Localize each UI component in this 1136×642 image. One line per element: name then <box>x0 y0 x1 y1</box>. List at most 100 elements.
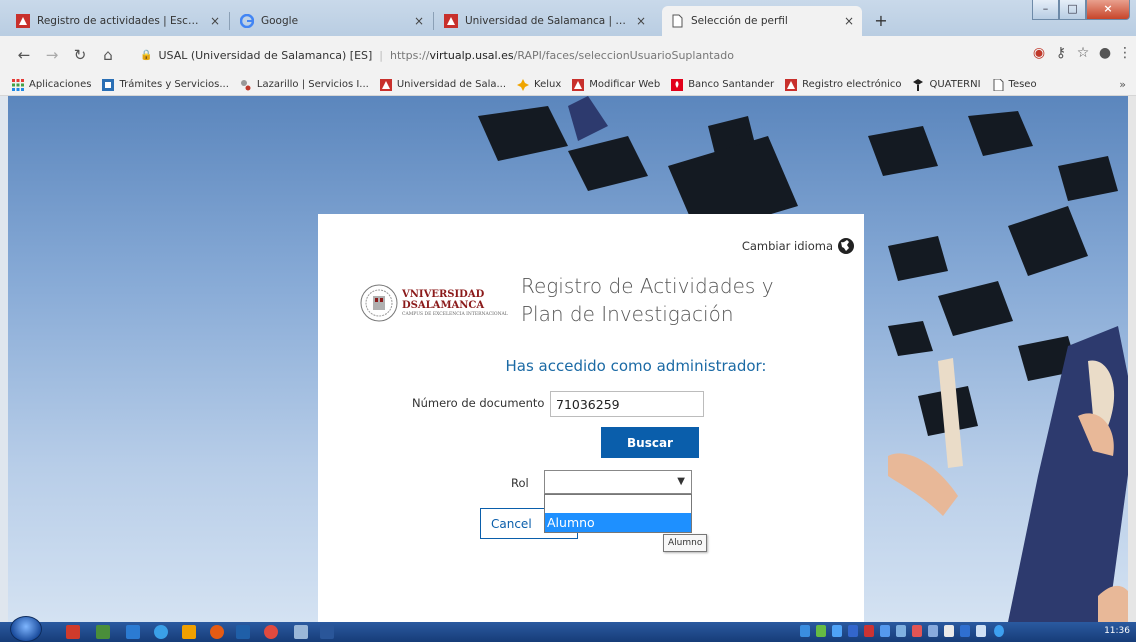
volume-icon[interactable] <box>976 625 986 637</box>
bookmark-label: Trámites y Servicios... <box>119 79 229 90</box>
tab-close-icon[interactable]: × <box>636 14 646 28</box>
tab-title: Selección de perfil <box>691 15 788 27</box>
tray-icon[interactable] <box>800 625 810 637</box>
usal-wordmark-tagline: CAMPUS DE EXCELENCIA INTERNACIONAL <box>402 311 508 317</box>
bookmark-kelux[interactable]: Kelux <box>517 78 561 91</box>
tab-title: Registro de actividades | Escuela <box>37 15 204 27</box>
usal-wordmark-line2: DSALAMANCA <box>402 299 485 311</box>
bookmark-tramites[interactable]: Trámites y Servicios... <box>102 78 229 91</box>
santander-icon <box>671 78 684 91</box>
chevron-down-icon: ▼ <box>677 476 685 487</box>
tray-icon[interactable] <box>896 625 906 637</box>
search-button[interactable]: Buscar <box>601 427 699 458</box>
bookmark-label: Universidad de Sala... <box>396 79 507 90</box>
app-icon-green[interactable] <box>96 625 110 639</box>
tray-icon[interactable] <box>816 625 826 637</box>
bookmark-teseo[interactable]: Teseo <box>992 78 1037 91</box>
role-option-empty[interactable] <box>545 495 691 513</box>
usal-logo-icon <box>379 78 392 91</box>
bookmark-registro-electronico[interactable]: Registro electrónico <box>785 78 902 91</box>
bookmark-banco-santander[interactable]: Banco Santander <box>671 78 775 91</box>
document-number-label: Número de documento <box>412 396 545 410</box>
app-icon-light[interactable] <box>294 625 308 639</box>
close-window-icon[interactable]: × <box>1086 0 1130 20</box>
bookmark-universidad-salamanca[interactable]: Universidad de Sala... <box>379 78 507 91</box>
tab-registro-actividades[interactable]: Registro de actividades | Escuela × <box>8 6 228 36</box>
star-bookmark-icon[interactable]: ☆ <box>1074 45 1092 61</box>
lazarillo-icon <box>240 79 251 90</box>
bookmark-label: Registro electrónico <box>802 79 902 90</box>
tray-icon[interactable] <box>912 625 922 637</box>
app-icon-f[interactable] <box>66 625 80 639</box>
app-icon-blue[interactable] <box>126 625 140 639</box>
app-icon-orange[interactable] <box>182 625 196 639</box>
browser-toolbar: ← → ↻ ⌂ 🔒 USAL (Universidad de Salamanca… <box>0 36 1136 74</box>
tab-universidad-salamanca[interactable]: Universidad de Salamanca | Univ × <box>436 6 654 36</box>
url-host: virtualp.usal.es <box>429 48 514 62</box>
usal-seal-icon <box>360 284 398 322</box>
bookmark-label: Aplicaciones <box>29 79 92 90</box>
new-tab-button[interactable]: + <box>870 10 892 32</box>
tab-close-icon[interactable]: × <box>844 14 854 28</box>
profile-icon[interactable]: ● <box>1096 45 1114 61</box>
forward-arrow-icon[interactable]: → <box>42 45 62 65</box>
tab-close-icon[interactable]: × <box>210 14 220 28</box>
lock-icon[interactable]: 🔒 <box>140 50 152 61</box>
network-icon[interactable] <box>994 625 1004 637</box>
bookmark-label: Banco Santander <box>688 79 775 90</box>
outlook-tray-icon[interactable] <box>960 625 970 637</box>
usal-wordmark-line1: VNIVERSIDAD <box>402 288 485 300</box>
menu-kebab-icon[interactable]: ⋮ <box>1116 45 1134 61</box>
quaterni-icon <box>913 78 924 91</box>
flag-icon[interactable] <box>944 625 954 637</box>
bookmark-modificar-web[interactable]: Modificar Web <box>572 78 661 91</box>
bookmark-label: Modificar Web <box>589 79 661 90</box>
change-language-label: Cambiar idioma <box>741 239 833 253</box>
document-number-input[interactable] <box>550 391 704 417</box>
extension-icon[interactable]: ◉ <box>1030 45 1048 61</box>
reload-icon[interactable]: ↻ <box>70 45 90 65</box>
kelux-icon <box>517 78 530 91</box>
usal-logo-icon <box>16 14 30 28</box>
role-dropdown-list: Alumno <box>544 494 692 533</box>
start-button-icon[interactable] <box>10 616 42 642</box>
bookmark-lazarillo[interactable]: Lazarillo | Servicios I... <box>240 79 369 91</box>
tab-close-icon[interactable]: × <box>414 14 424 28</box>
minimize-icon[interactable]: – <box>1032 0 1059 20</box>
change-language-link[interactable]: Cambiar idioma <box>742 238 854 254</box>
usal-logo: VNIVERSIDAD DSALAMANCA CAMPUS DE EXCELEN… <box>360 284 508 322</box>
key-icon[interactable]: ⚷ <box>1052 45 1070 61</box>
role-option-alumno[interactable]: Alumno <box>545 513 691 532</box>
bookmarks-bar: Aplicaciones Trámites y Servicios... Laz… <box>0 74 1136 96</box>
bookmarks-overflow-icon[interactable]: » <box>1119 78 1126 91</box>
taskbar-clock[interactable]: 11:36 <box>1104 626 1130 636</box>
word-icon[interactable] <box>320 625 334 639</box>
home-icon[interactable]: ⌂ <box>98 45 118 65</box>
tab-title: Google <box>261 15 299 27</box>
tray-icon[interactable] <box>864 625 874 637</box>
back-arrow-icon[interactable]: ← <box>14 45 34 65</box>
url-path: /RAPI/faces/seleccionUsuarioSuplantado <box>513 48 734 62</box>
maximize-icon[interactable]: □ <box>1059 0 1086 20</box>
usal-logo-icon <box>572 78 585 91</box>
address-bar[interactable]: 🔒 USAL (Universidad de Salamanca) [ES] |… <box>140 43 1040 67</box>
tray-icon[interactable] <box>880 625 890 637</box>
tray-icon[interactable] <box>832 625 842 637</box>
apps-grid-icon <box>12 78 24 91</box>
tab-seleccion-perfil[interactable]: Selección de perfil × <box>662 6 862 36</box>
tray-icon[interactable] <box>848 625 858 637</box>
tab-google[interactable]: Google × <box>232 6 432 36</box>
tab-divider <box>433 12 434 30</box>
tray-icon[interactable] <box>928 625 938 637</box>
firefox-icon[interactable] <box>210 625 224 639</box>
app-title: Registro de Actividades y Plan de Invest… <box>521 274 774 326</box>
window-controls: – □ × <box>1032 0 1130 20</box>
bookmark-aplicaciones[interactable]: Aplicaciones <box>12 78 92 91</box>
page-scrollbar[interactable] <box>1128 96 1136 622</box>
option-tooltip: Alumno <box>663 534 708 552</box>
outlook-icon[interactable] <box>236 625 250 639</box>
chrome-icon[interactable] <box>264 625 278 639</box>
ie-icon[interactable] <box>154 625 168 639</box>
role-select[interactable]: ▼ <box>544 470 692 494</box>
bookmark-quaterni[interactable]: QUATERNI <box>912 78 981 91</box>
